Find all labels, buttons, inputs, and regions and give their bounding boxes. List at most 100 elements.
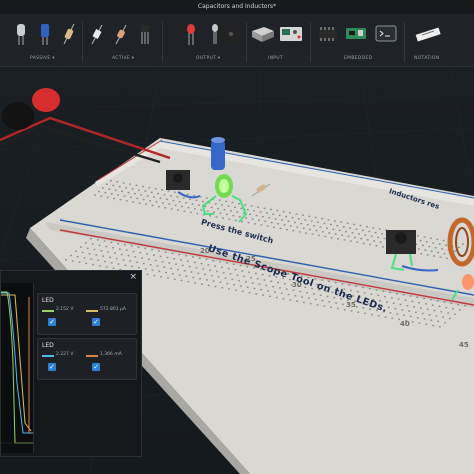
breadboard-hole[interactable] — [214, 203, 217, 205]
breadboard-hole[interactable] — [223, 209, 226, 211]
breadboard-hole[interactable] — [117, 263, 120, 265]
breadboard-hole[interactable] — [155, 201, 158, 203]
breadboard-hole[interactable] — [316, 304, 319, 306]
breadboard-hole[interactable] — [170, 208, 173, 210]
breadboard-hole[interactable] — [420, 307, 422, 309]
breadboard-hole[interactable] — [135, 184, 138, 186]
breadboard-hole[interactable] — [432, 242, 435, 244]
breadboard-hole[interactable] — [119, 248, 121, 250]
breadboard-hole[interactable] — [368, 230, 371, 233]
breadboard-hole[interactable] — [247, 222, 250, 224]
electrolytic-capacitor-tool[interactable] — [34, 20, 56, 48]
breadboard-hole[interactable] — [245, 281, 247, 283]
breadboard-hole[interactable] — [130, 245, 133, 247]
breadboard-hole[interactable] — [144, 268, 147, 270]
breadboard-hole[interactable] — [120, 253, 123, 256]
breadboard-hole[interactable] — [127, 254, 130, 257]
breadboard-hole[interactable] — [335, 302, 337, 304]
breadboard-hole[interactable] — [396, 292, 398, 295]
breadboard-hole[interactable] — [274, 291, 276, 293]
breadboard-hole[interactable] — [298, 231, 301, 233]
breadboard-hole[interactable] — [222, 217, 224, 219]
breadboard-hole[interactable] — [162, 202, 164, 204]
breadboard-hole[interactable] — [328, 280, 330, 283]
breadboard-hole[interactable] — [423, 297, 425, 300]
scope-panel[interactable]: × LED 2.152 V 572.801 µA ✓ ✓ LED 2.227 V… — [0, 270, 142, 457]
breadboard-hole[interactable] — [146, 195, 149, 197]
breadboard-hole[interactable] — [276, 209, 279, 212]
breadboard-hole[interactable] — [189, 198, 191, 200]
breadboard-hole[interactable] — [277, 223, 279, 225]
breadboard-hole[interactable] — [240, 207, 243, 210]
battery-tool[interactable] — [250, 20, 276, 48]
breadboard-hole[interactable] — [185, 275, 188, 277]
breadboard-hole[interactable] — [464, 305, 466, 307]
breadboard-hole[interactable] — [425, 303, 427, 305]
breadboard-hole[interactable] — [217, 207, 219, 210]
breadboard-hole[interactable] — [187, 260, 189, 262]
breadboard-hole[interactable] — [112, 247, 114, 249]
breadboard-hole[interactable] — [170, 267, 172, 270]
breadboard-hole[interactable] — [175, 263, 177, 265]
breadboard-hole[interactable] — [100, 195, 103, 197]
breadboard-hole[interactable] — [306, 292, 308, 294]
breadboard-hole[interactable] — [428, 314, 431, 316]
breadboard-hole[interactable] — [275, 296, 278, 299]
breadboard-hole[interactable] — [125, 187, 127, 189]
breadboard-hole[interactable] — [277, 281, 279, 284]
breadboard-hole[interactable] — [132, 250, 135, 253]
breadboard-hole[interactable] — [254, 223, 256, 225]
breadboard-hole[interactable] — [299, 290, 302, 293]
red-probe[interactable] — [32, 88, 60, 112]
breadboard-hole[interactable] — [353, 223, 355, 226]
group-label-passive[interactable]: PASSIVE ▾ — [30, 56, 55, 61]
breadboard-hole[interactable] — [173, 258, 176, 260]
breadboard-hole[interactable] — [99, 265, 101, 267]
breadboard-hole[interactable] — [134, 256, 137, 258]
breadboard-hole[interactable] — [206, 197, 208, 199]
breadboard-hole[interactable] — [397, 298, 400, 300]
breadboard-hole[interactable] — [222, 272, 225, 274]
breadboard-hole[interactable] — [263, 279, 266, 281]
breadboard-hole[interactable] — [236, 274, 239, 276]
breadboard-hole[interactable] — [126, 200, 128, 202]
breadboard-hole[interactable] — [248, 291, 251, 294]
breadboard-hole[interactable] — [413, 306, 415, 308]
breadboard-hole[interactable] — [418, 301, 420, 304]
breadboard-hole[interactable] — [306, 224, 309, 226]
breadboard-hole[interactable] — [115, 257, 118, 260]
breadboard-hole[interactable] — [449, 317, 451, 320]
breadboard-hole[interactable] — [332, 228, 335, 230]
breadboard-hole[interactable] — [317, 221, 319, 223]
breadboard-hole[interactable] — [314, 298, 317, 301]
breadboard-hole[interactable] — [248, 271, 250, 273]
breadboard-hole[interactable] — [349, 227, 351, 229]
breadboard-hole[interactable] — [323, 222, 326, 225]
breadboard-hole[interactable] — [371, 313, 373, 316]
breadboard-hole[interactable] — [302, 214, 304, 216]
breadboard-hole[interactable] — [183, 270, 186, 272]
breadboard-hole[interactable] — [375, 245, 378, 247]
breadboard-hole[interactable] — [389, 291, 391, 294]
breadboard-hole[interactable] — [142, 185, 144, 188]
breadboard-hole[interactable] — [426, 308, 429, 311]
breadboard-hole[interactable] — [309, 228, 311, 231]
label-tool[interactable] — [414, 20, 442, 48]
breadboard-hole[interactable] — [102, 255, 104, 257]
breadboard-hole[interactable] — [163, 193, 166, 196]
breadboard-hole[interactable] — [377, 315, 380, 317]
microcontroller-tool[interactable] — [344, 20, 368, 48]
breadboard-hole[interactable] — [389, 312, 392, 314]
breadboard-hole[interactable] — [125, 249, 128, 251]
led-tool[interactable] — [180, 20, 202, 48]
breadboard-hole[interactable] — [235, 289, 237, 291]
breadboard-hole[interactable] — [242, 212, 245, 214]
breadboard-hole[interactable] — [241, 220, 243, 223]
breadboard-hole[interactable] — [418, 322, 421, 324]
breadboard-hole[interactable] — [440, 311, 443, 313]
breadboard-hole[interactable] — [112, 184, 115, 187]
breadboard-hole[interactable] — [438, 243, 441, 245]
breadboard-hole[interactable] — [442, 239, 445, 242]
breadboard-hole[interactable] — [244, 204, 247, 206]
breadboard-hole[interactable] — [174, 204, 177, 206]
